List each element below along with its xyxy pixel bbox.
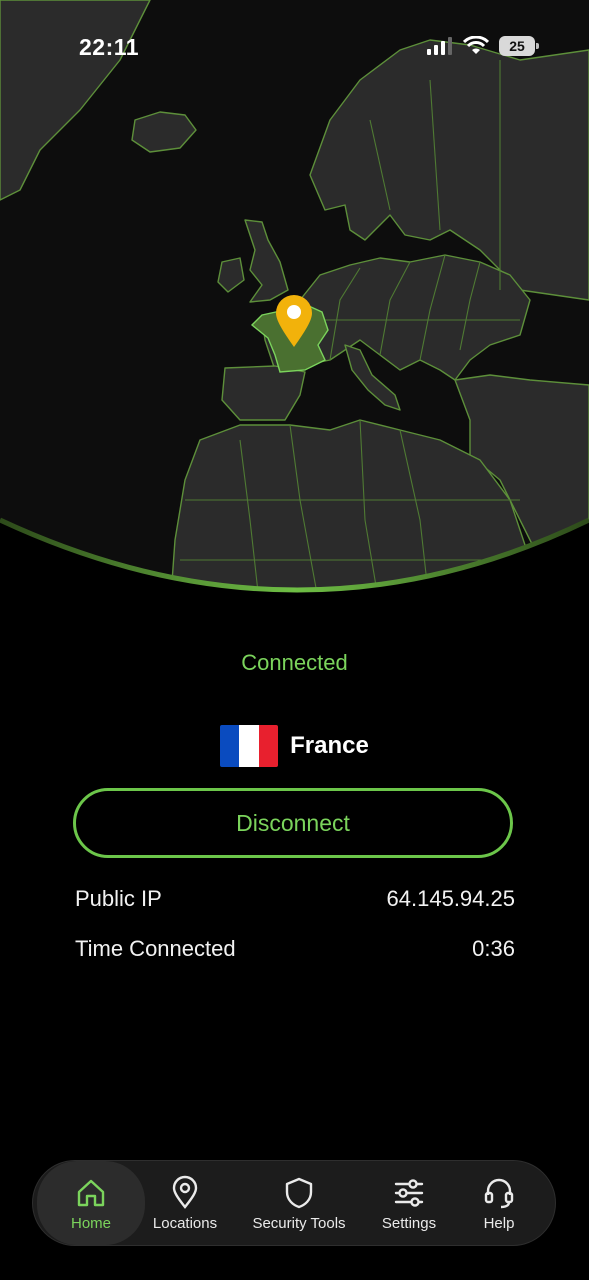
map-pin-icon bbox=[172, 1175, 198, 1209]
status-bar: 22:11 25 bbox=[0, 0, 589, 96]
tab-home-label: Home bbox=[70, 1214, 111, 1232]
time-connected-value: 0:36 bbox=[472, 936, 515, 961]
tab-security-tools-label: Security Tools bbox=[252, 1214, 346, 1232]
selected-location[interactable]: France bbox=[0, 725, 589, 767]
tab-settings-label: Settings bbox=[381, 1214, 437, 1232]
tab-help[interactable]: Help bbox=[461, 1161, 537, 1245]
tab-locations-label: Locations bbox=[152, 1214, 218, 1232]
public-ip-label: Public IP bbox=[75, 886, 162, 911]
time-connected-label: Time Connected bbox=[75, 936, 236, 961]
tab-locations[interactable]: Locations bbox=[141, 1161, 229, 1245]
tab-bar: Home Locations Security Tools Settings H… bbox=[32, 1160, 556, 1246]
time-connected-row: Time Connected 0:36 bbox=[75, 936, 515, 962]
tab-help-label: Help bbox=[483, 1214, 515, 1232]
tab-home[interactable]: Home bbox=[37, 1161, 145, 1245]
cellular-signal-icon bbox=[427, 37, 452, 55]
france-flag-icon bbox=[220, 725, 279, 767]
country-name: France bbox=[290, 732, 369, 759]
wifi-icon bbox=[463, 36, 489, 54]
shield-icon bbox=[285, 1177, 313, 1208]
public-ip-row: Public IP 64.145.94.25 bbox=[75, 886, 515, 912]
connection-status: Connected bbox=[241, 650, 348, 675]
headset-icon bbox=[484, 1178, 514, 1208]
tab-security-tools[interactable]: Security Tools bbox=[239, 1161, 359, 1245]
battery-icon: 25 bbox=[499, 36, 539, 56]
clock: 22:11 bbox=[79, 34, 140, 60]
public-ip-value: 64.145.94.25 bbox=[386, 886, 515, 911]
disconnect-button[interactable]: Disconnect bbox=[73, 788, 513, 858]
status-icons: 25 bbox=[427, 36, 539, 56]
tab-settings[interactable]: Settings bbox=[371, 1161, 447, 1245]
sliders-icon bbox=[394, 1178, 424, 1207]
home-icon bbox=[77, 1179, 105, 1206]
